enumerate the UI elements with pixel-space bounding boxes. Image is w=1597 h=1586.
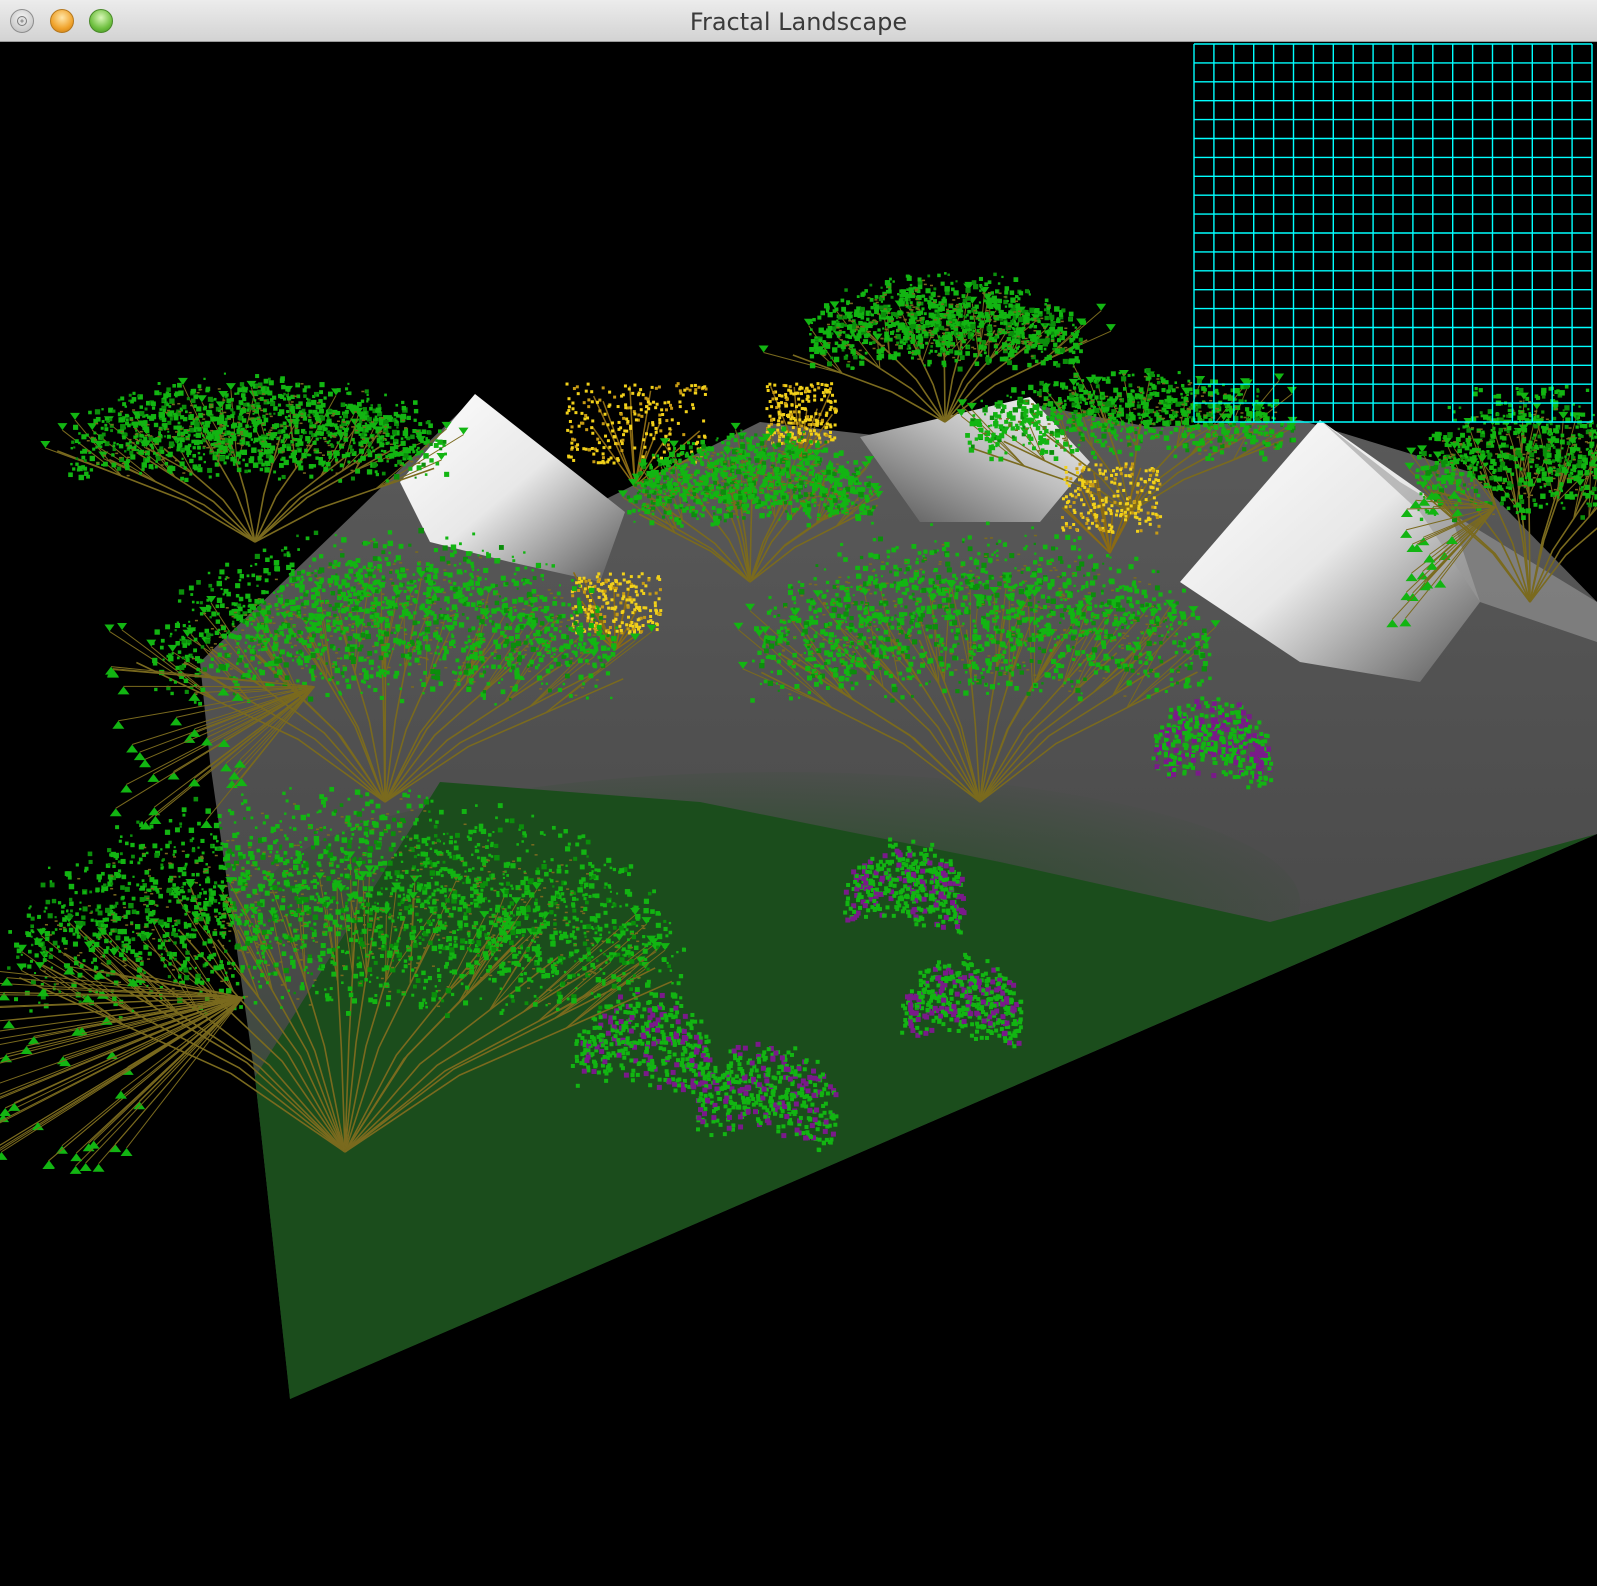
landscape-canvas[interactable] [0,42,1597,1586]
tree [758,272,1116,423]
window-title: Fractal Landscape [689,8,908,36]
app-window: Fractal Landscape [0,0,1597,1586]
title-bar[interactable]: Fractal Landscape [0,0,1597,42]
heightmap-grid [1193,43,1593,423]
terrain-fog [260,772,1300,1032]
